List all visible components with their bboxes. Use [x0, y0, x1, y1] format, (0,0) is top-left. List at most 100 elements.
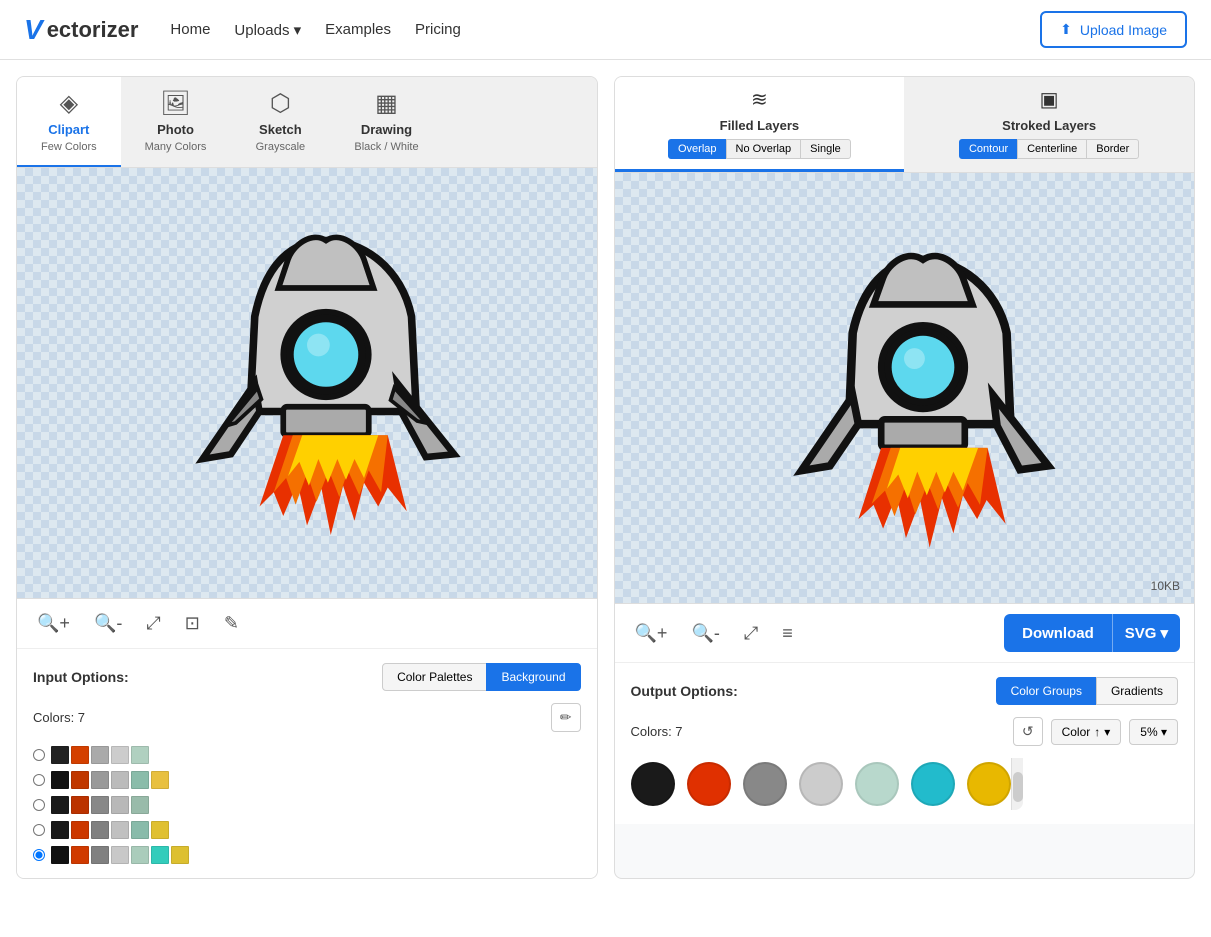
swatch-red-2[interactable] [71, 771, 89, 789]
color-palettes-tab[interactable]: Color Palettes [382, 663, 487, 691]
swatch-cyan5[interactable] [151, 846, 169, 864]
refresh-button[interactable]: ↺ [1013, 717, 1043, 746]
swatch-t5[interactable] [131, 846, 149, 864]
sort-arrow: ↑ [1094, 725, 1100, 739]
swatch-orange[interactable] [71, 746, 89, 764]
file-size: 10KB [1151, 579, 1180, 593]
swatch-gray[interactable] [91, 746, 109, 764]
input-option-tabs: Color Palettes Background [382, 663, 580, 691]
scrollbar-thumb [1013, 772, 1023, 802]
swatch-b4[interactable] [51, 821, 69, 839]
filled-layers-tab[interactable]: ≋ Filled Layers Overlap No Overlap Singl… [615, 77, 905, 172]
output-color-red[interactable] [687, 762, 731, 806]
swatch-darkred-3[interactable] [71, 796, 89, 814]
input-tabs: ◈ Clipart Few Colors 🖼 Photo Many Colors… [17, 77, 597, 168]
tab-photo[interactable]: 🖼 Photo Many Colors [121, 77, 231, 167]
swatch-g4[interactable] [91, 821, 109, 839]
swatch-t4[interactable] [131, 821, 149, 839]
swatch-gray-2[interactable] [91, 771, 109, 789]
palette-row-5 [33, 846, 581, 864]
swatch-mint[interactable] [131, 746, 149, 764]
edit-button[interactable]: ✎ [218, 609, 245, 638]
tab-sketch[interactable]: ⬡ Sketch Grayscale [230, 77, 330, 167]
output-menu-button[interactable]: ≡ [776, 619, 799, 648]
swatch-lgray-3[interactable] [111, 796, 129, 814]
output-colors-section [631, 758, 1179, 810]
download-button[interactable]: Download SVG ▾ [1004, 614, 1180, 652]
palette-row-4 [33, 821, 581, 839]
zoom-out-button[interactable]: 🔍- [88, 609, 128, 638]
zoom-in-button[interactable]: 🔍+ [31, 609, 76, 638]
color-sort-button[interactable]: Color ↑ ▾ [1051, 719, 1122, 745]
output-color-yellow[interactable] [967, 762, 1011, 806]
border-tab[interactable]: Border [1086, 139, 1139, 159]
gradients-tab[interactable]: Gradients [1096, 677, 1178, 705]
contour-tab[interactable]: Contour [959, 139, 1018, 159]
swatch-lightgray-2[interactable] [111, 771, 129, 789]
sketch-icon: ⬡ [270, 89, 291, 118]
tab-drawing[interactable]: ▦ Drawing Black / White [330, 77, 442, 167]
percentage-button[interactable]: 5% ▾ [1129, 719, 1178, 745]
swatch-r5[interactable] [71, 846, 89, 864]
swatch-b5[interactable] [51, 846, 69, 864]
swatch-gray-3[interactable] [91, 796, 109, 814]
stroked-layers-tab[interactable]: ▣ Stroked Layers Contour Centerline Bord… [904, 77, 1194, 172]
output-color-black[interactable] [631, 762, 675, 806]
output-fit-button[interactable]: ⤢ [738, 619, 764, 648]
output-color-mint[interactable] [855, 762, 899, 806]
output-color-gray[interactable] [743, 762, 787, 806]
nav-uploads[interactable]: Uploads ▾ [234, 21, 301, 39]
edit-colors-button[interactable]: ✏ [551, 703, 581, 732]
crop-button[interactable]: ⊡ [179, 609, 206, 638]
input-options-header: Input Options: Color Palettes Background [33, 663, 581, 691]
nav-pricing[interactable]: Pricing [415, 21, 461, 38]
palette-row-2 [33, 771, 581, 789]
swatch-black[interactable] [51, 746, 69, 764]
centerline-tab[interactable]: Centerline [1017, 139, 1087, 159]
output-zoom-in-button[interactable]: 🔍+ [629, 619, 674, 648]
palette-radio-5[interactable] [33, 849, 45, 861]
swatch-lg4[interactable] [111, 821, 129, 839]
palette-radio-2[interactable] [33, 774, 45, 786]
swatch-sage-3[interactable] [131, 796, 149, 814]
nav-home[interactable]: Home [170, 21, 210, 38]
tab-photo-title: Photo [157, 122, 194, 137]
palette-radio-4[interactable] [33, 824, 45, 836]
nav-examples[interactable]: Examples [325, 21, 391, 38]
swatch-g5[interactable] [91, 846, 109, 864]
output-option-tabs: Color Groups Gradients [996, 677, 1178, 705]
swatch-r4[interactable] [71, 821, 89, 839]
output-color-cyan[interactable] [911, 762, 955, 806]
tab-drawing-sub: Black / White [354, 141, 418, 153]
swatch-black-2[interactable] [51, 771, 69, 789]
background-tab[interactable]: Background [486, 663, 580, 691]
right-panel: ≋ Filled Layers Overlap No Overlap Singl… [614, 76, 1196, 879]
left-panel: ◈ Clipart Few Colors 🖼 Photo Many Colors… [16, 76, 598, 879]
swatch-yellow-2[interactable] [151, 771, 169, 789]
sort-chevron: ▾ [1104, 725, 1110, 739]
output-scrollbar[interactable] [1011, 758, 1023, 810]
overlap-tab[interactable]: Overlap [668, 139, 727, 159]
swatch-y4[interactable] [151, 821, 169, 839]
swatch-lg5[interactable] [111, 846, 129, 864]
fit-button[interactable]: ⤢ [140, 609, 166, 638]
palette-radio-1[interactable] [33, 749, 45, 761]
upload-image-button[interactable]: ⬆ Upload Image [1040, 11, 1187, 48]
palette-radio-3[interactable] [33, 799, 45, 811]
swatch-teal-2[interactable] [131, 771, 149, 789]
no-overlap-tab[interactable]: No Overlap [726, 139, 802, 159]
single-tab[interactable]: Single [800, 139, 851, 159]
swatch-lightgray[interactable] [111, 746, 129, 764]
tab-clipart[interactable]: ◈ Clipart Few Colors [17, 77, 121, 167]
swatch-y5[interactable] [171, 846, 189, 864]
navbar: V ectorizer Home Uploads ▾ Examples Pric… [0, 0, 1211, 60]
colors-row: Colors: 7 ✏ [33, 703, 581, 732]
output-zoom-out-button[interactable]: 🔍- [685, 619, 725, 648]
logo[interactable]: V ectorizer [24, 14, 138, 46]
output-color-lightgray[interactable] [799, 762, 843, 806]
download-format[interactable]: SVG ▾ [1112, 614, 1180, 652]
color-groups-tab[interactable]: Color Groups [996, 677, 1097, 705]
swatch-black-3[interactable] [51, 796, 69, 814]
logo-text: ectorizer [47, 17, 139, 43]
tab-clipart-sub: Few Colors [41, 141, 97, 153]
